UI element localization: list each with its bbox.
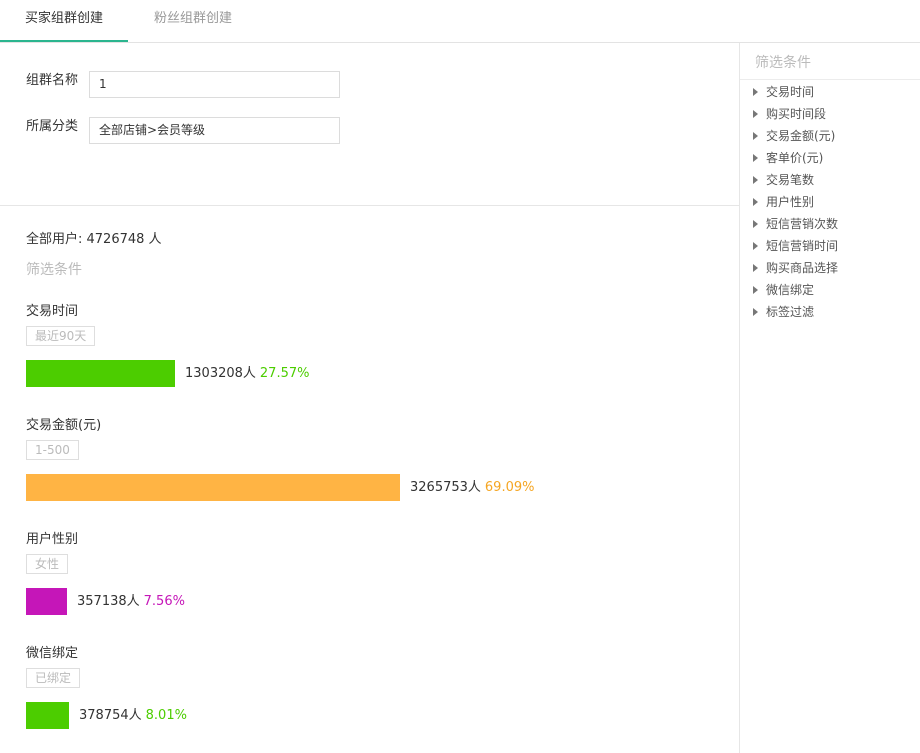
- sidebar-item-label: 标签过滤: [766, 305, 815, 319]
- bar-label-trade-amount: 3265753人 69.09%: [410, 474, 534, 501]
- caret-right-icon: [753, 88, 758, 96]
- sidebar-item-label: 交易笔数: [766, 173, 815, 187]
- bar-label-wechat-binding: 378754人 8.01%: [79, 702, 187, 729]
- percent-gender: 7.56%: [143, 594, 185, 609]
- sidebar-item-tag-filter[interactable]: 标签过滤: [753, 301, 838, 323]
- bar-label-gender: 357138人 7.56%: [77, 588, 185, 615]
- category-input[interactable]: 全部店铺>会员等级: [89, 117, 340, 144]
- sidebar-item-label: 客单价(元): [766, 151, 824, 165]
- tag-trade-time[interactable]: 最近90天: [26, 326, 96, 346]
- bar-wechat-binding: [26, 702, 69, 729]
- caret-right-icon: [753, 132, 758, 140]
- sidebar-item-unit-price[interactable]: 客单价(元): [753, 147, 838, 169]
- sidebar-item-trade-amount[interactable]: 交易金额(元): [753, 125, 838, 147]
- sidebar-list: 交易时间 购买时间段 交易金额(元) 客单价(元) 交易笔数 用户性别 短信营销…: [753, 81, 838, 323]
- bar-trade-time: [26, 360, 175, 387]
- sidebar-item-label: 购买时间段: [766, 107, 827, 121]
- group-name-input[interactable]: 1: [89, 71, 340, 98]
- caret-right-icon: [753, 110, 758, 118]
- count-gender: 357138人: [77, 594, 140, 609]
- tab-buyer-group-create[interactable]: 买家组群创建: [0, 0, 128, 42]
- sidebar-item-sms-count[interactable]: 短信营销次数: [753, 213, 838, 235]
- caret-right-icon: [753, 242, 758, 250]
- total-users: 全部用户: 4726748 人: [26, 228, 162, 247]
- percent-trade-amount: 69.09%: [484, 480, 535, 495]
- tag-gender[interactable]: 女性: [26, 554, 69, 574]
- caret-right-icon: [753, 154, 758, 162]
- count-wechat-binding: 378754人: [79, 708, 142, 723]
- caret-right-icon: [753, 220, 758, 228]
- filter-title: 筛选条件: [26, 262, 82, 278]
- caret-right-icon: [753, 286, 758, 294]
- sidebar-item-label: 用户性别: [766, 195, 815, 209]
- caret-right-icon: [753, 198, 758, 206]
- section-title-trade-amount: 交易金额(元): [26, 418, 102, 433]
- sidebar-item-sms-time[interactable]: 短信营销时间: [753, 235, 838, 257]
- section-title-wechat-binding: 微信绑定: [26, 646, 79, 661]
- sidebar-item-label: 购买商品选择: [766, 261, 839, 275]
- sidebar-title: 筛选条件: [755, 55, 811, 71]
- tab-fan-group-create[interactable]: 粉丝组群创建: [128, 0, 258, 40]
- category-label: 所属分类: [26, 119, 79, 134]
- total-users-prefix: 全部用户:: [26, 232, 87, 247]
- group-form: 组群名称 1 所属分类 全部店铺>会员等级: [0, 43, 739, 206]
- sidebar-item-trade-time[interactable]: 交易时间: [753, 81, 838, 103]
- caret-right-icon: [753, 176, 758, 184]
- sidebar-item-label: 短信营销时间: [766, 239, 839, 253]
- sidebar-item-wechat-binding[interactable]: 微信绑定: [753, 279, 838, 301]
- sidebar-item-label: 短信营销次数: [766, 217, 839, 231]
- filter-sidebar: 筛选条件 交易时间 购买时间段 交易金额(元) 客单价(元) 交易笔数 用户性别…: [739, 43, 920, 753]
- total-users-count: 4726748: [86, 232, 145, 247]
- tag-trade-amount[interactable]: 1-500: [26, 440, 79, 460]
- bar-trade-amount: [26, 474, 400, 501]
- sidebar-item-label: 交易金额(元): [766, 129, 836, 143]
- sidebar-item-product-select[interactable]: 购买商品选择: [753, 257, 838, 279]
- percent-wechat-binding: 8.01%: [145, 708, 187, 723]
- caret-right-icon: [753, 264, 758, 272]
- sidebar-item-trade-count[interactable]: 交易笔数: [753, 169, 838, 191]
- sidebar-divider: [740, 79, 920, 80]
- sidebar-item-gender[interactable]: 用户性别: [753, 191, 838, 213]
- sidebar-item-label: 交易时间: [766, 85, 815, 99]
- caret-right-icon: [753, 308, 758, 316]
- sidebar-item-label: 微信绑定: [766, 283, 815, 297]
- total-users-suffix: 人: [144, 232, 162, 247]
- main-panel: 组群名称 1 所属分类 全部店铺>会员等级 全部用户: 4726748 人 筛选…: [0, 43, 739, 753]
- bar-label-trade-time: 1303208人 27.57%: [185, 360, 309, 387]
- tab-bar: 买家组群创建 粉丝组群创建: [0, 0, 920, 43]
- section-title-gender: 用户性别: [26, 532, 79, 547]
- group-name-label: 组群名称: [26, 73, 79, 88]
- percent-trade-time: 27.57%: [259, 366, 310, 381]
- count-trade-time: 1303208人: [185, 366, 256, 381]
- count-trade-amount: 3265753人: [410, 480, 481, 495]
- section-title-trade-time: 交易时间: [26, 304, 79, 319]
- bar-gender: [26, 588, 67, 615]
- tag-wechat-binding[interactable]: 已绑定: [26, 668, 81, 688]
- sidebar-item-purchase-period[interactable]: 购买时间段: [753, 103, 838, 125]
